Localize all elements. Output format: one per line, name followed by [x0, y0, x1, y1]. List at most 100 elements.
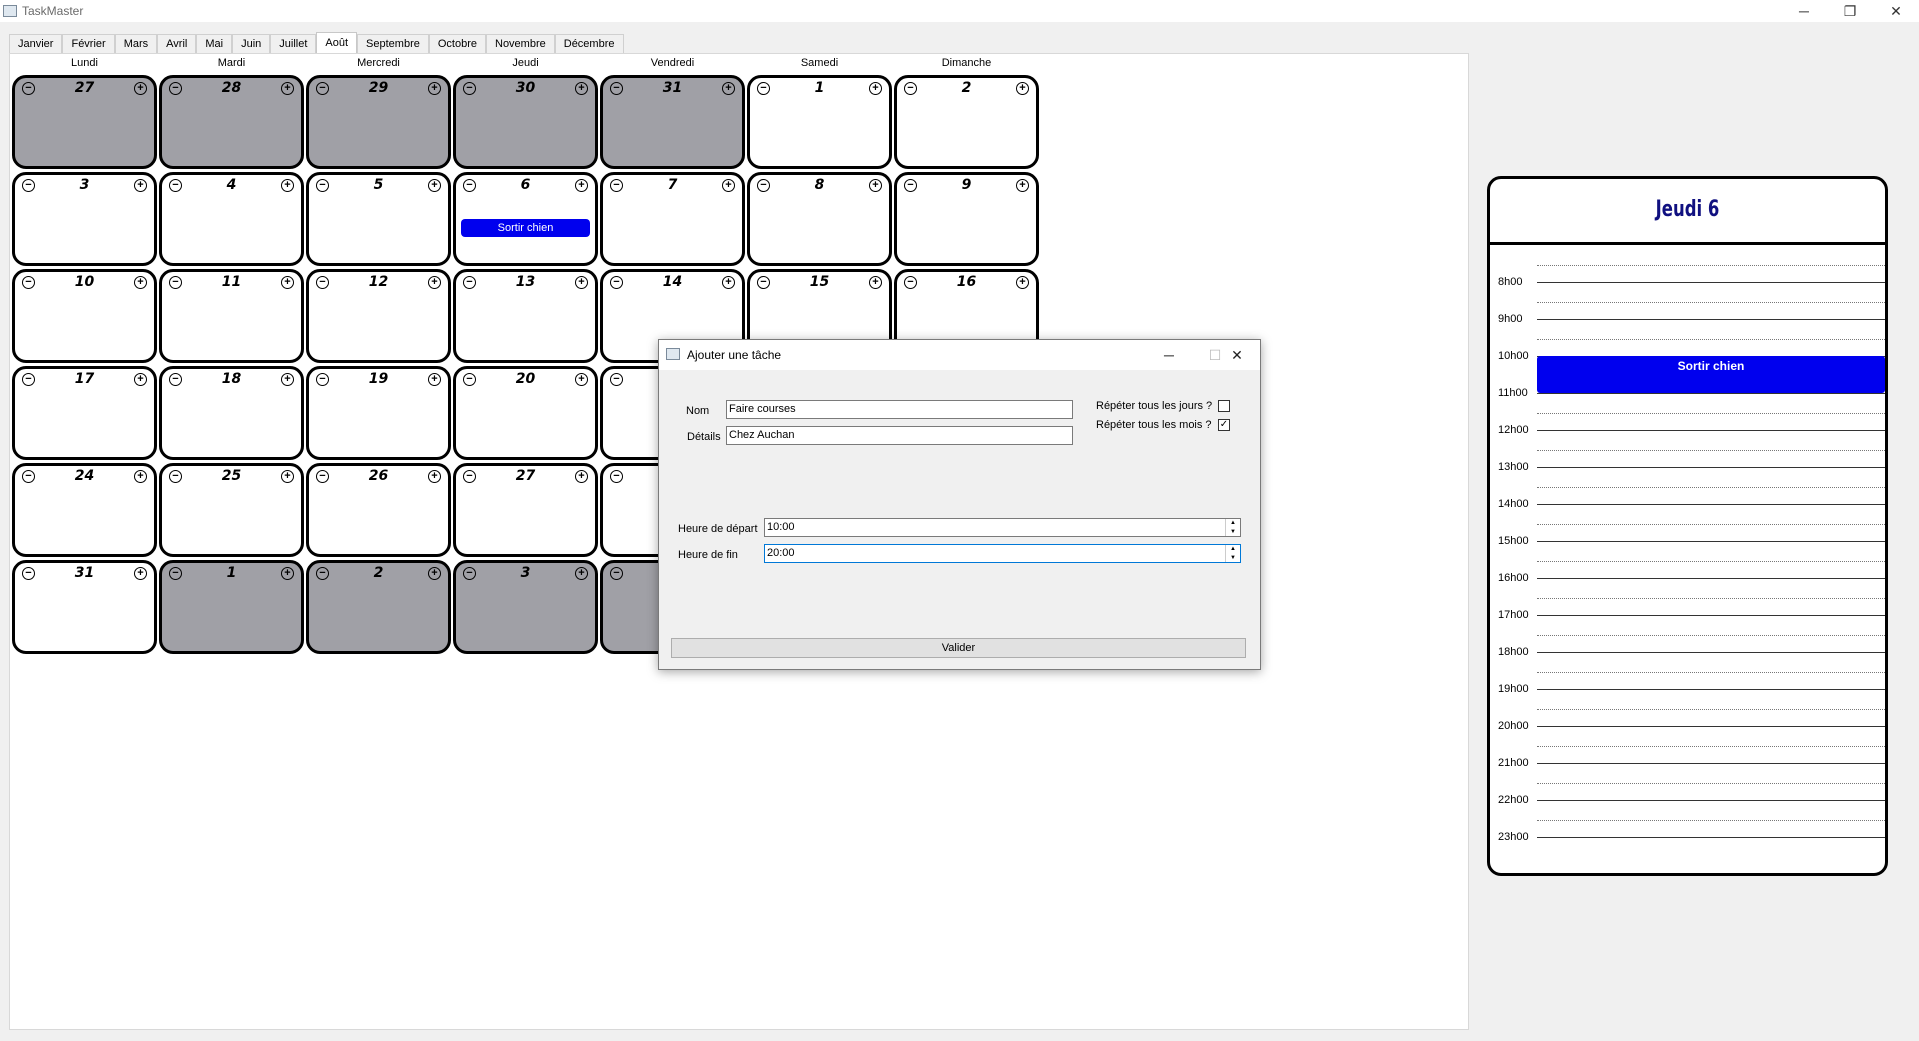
day-task-block[interactable]: Sortir chien [1537, 356, 1885, 393]
add-task-icon[interactable]: + [722, 82, 735, 95]
add-task-icon[interactable]: + [134, 82, 147, 95]
restore-button[interactable]: ❐ [1827, 0, 1873, 22]
add-task-icon[interactable]: + [428, 567, 441, 580]
start-time-spinner[interactable]: ▲ ▼ [1225, 519, 1240, 536]
day-cell[interactable]: −27 + [453, 463, 598, 557]
day-cell[interactable]: −29+ [306, 75, 451, 169]
day-cell[interactable]: −6 + Sortir chien [453, 172, 598, 266]
day-cell[interactable]: −1 + [159, 560, 304, 654]
dialog-titlebar: Ajouter une tâche ─ ☐ ✕ [659, 340, 1260, 370]
spin-down-icon[interactable]: ▼ [1226, 528, 1240, 537]
add-task-icon[interactable]: + [134, 373, 147, 386]
hour-label: 12h00 [1498, 424, 1529, 436]
day-cell[interactable]: −7 + [600, 172, 745, 266]
day-cell[interactable]: −25 + [159, 463, 304, 557]
tab-month[interactable]: Mai [196, 34, 233, 53]
day-cell[interactable]: −10 + [12, 269, 157, 363]
details-input[interactable]: Chez Auchan [726, 426, 1073, 445]
add-task-icon[interactable]: + [575, 276, 588, 289]
add-task-icon[interactable]: + [428, 373, 441, 386]
day-cell[interactable]: −28+ [159, 75, 304, 169]
add-task-icon[interactable]: + [134, 470, 147, 483]
hour-line [1537, 652, 1885, 653]
day-cell[interactable]: −31 + [12, 560, 157, 654]
add-task-icon[interactable]: + [281, 276, 294, 289]
close-button[interactable]: ✕ [1873, 0, 1919, 22]
add-task-icon[interactable]: + [134, 179, 147, 192]
day-cell[interactable]: −13 + [453, 269, 598, 363]
tab-month[interactable]: Juin [232, 34, 271, 53]
add-task-icon[interactable]: + [428, 179, 441, 192]
day-cell[interactable]: −2 + [894, 75, 1039, 169]
add-task-icon[interactable]: + [428, 276, 441, 289]
add-task-icon[interactable]: + [575, 567, 588, 580]
tab-month[interactable]: Janvier [9, 34, 63, 53]
day-cell[interactable]: −3 + [12, 172, 157, 266]
day-cell[interactable]: −26 + [306, 463, 451, 557]
spin-up-icon[interactable]: ▲ [1226, 545, 1240, 554]
task-chip[interactable]: Sortir chien [461, 219, 590, 237]
add-task-icon[interactable]: + [281, 470, 294, 483]
day-cell[interactable]: −20 + [453, 366, 598, 460]
tab-month[interactable]: Décembre [554, 34, 624, 53]
add-task-icon[interactable]: + [575, 82, 588, 95]
add-task-icon[interactable]: + [1016, 276, 1029, 289]
day-cell[interactable]: −9 + [894, 172, 1039, 266]
end-time-input[interactable]: 20:00 ▲ ▼ [764, 544, 1241, 563]
day-cell[interactable]: −30+ [453, 75, 598, 169]
end-time-spinner[interactable]: ▲ ▼ [1225, 545, 1240, 562]
day-cell[interactable]: −17 + [12, 366, 157, 460]
add-task-icon[interactable]: + [281, 567, 294, 580]
add-task-icon[interactable]: + [869, 179, 882, 192]
day-cell[interactable]: −3 + [453, 560, 598, 654]
add-task-icon[interactable]: + [575, 373, 588, 386]
add-task-icon[interactable]: + [134, 276, 147, 289]
day-cell[interactable]: −12 + [306, 269, 451, 363]
add-task-icon[interactable]: + [134, 567, 147, 580]
day-cell[interactable]: −2 + [306, 560, 451, 654]
spin-up-icon[interactable]: ▲ [1226, 519, 1240, 528]
add-task-icon[interactable]: + [1016, 82, 1029, 95]
day-cell[interactable]: −19 + [306, 366, 451, 460]
day-cell[interactable]: −1 + [747, 75, 892, 169]
add-task-icon[interactable]: + [869, 82, 882, 95]
day-cell[interactable]: −5+ [306, 172, 451, 266]
day-cell[interactable]: −11 + [159, 269, 304, 363]
day-cell[interactable]: −4+ [159, 172, 304, 266]
tab-month[interactable]: Mars [114, 34, 158, 53]
day-cell[interactable]: −31 + [600, 75, 745, 169]
day-cell[interactable]: −24 + [12, 463, 157, 557]
minimize-button[interactable]: ─ [1781, 0, 1827, 22]
start-time-input[interactable]: 10:00 ▲ ▼ [764, 518, 1241, 537]
tab-month[interactable]: Juillet [270, 34, 317, 53]
repeat-months-checkbox[interactable]: ✓ [1218, 419, 1230, 431]
tab-month[interactable]: Février [62, 34, 115, 53]
add-task-icon[interactable]: + [722, 276, 735, 289]
add-task-icon[interactable]: + [575, 470, 588, 483]
add-task-icon[interactable]: + [281, 179, 294, 192]
nom-input[interactable]: Faire courses [726, 400, 1073, 419]
dialog-minimize-button[interactable]: ─ [1146, 340, 1192, 370]
add-task-icon[interactable]: + [281, 82, 294, 95]
spin-down-icon[interactable]: ▼ [1226, 554, 1240, 563]
submit-button[interactable]: Valider [671, 638, 1246, 658]
day-cell[interactable]: −8 + [747, 172, 892, 266]
add-task-icon[interactable]: + [281, 373, 294, 386]
day-cell[interactable]: −27 + [12, 75, 157, 169]
add-task-icon[interactable]: + [575, 179, 588, 192]
hour-label: 23h00 [1498, 831, 1529, 843]
tab-month[interactable]: Septembre [357, 34, 429, 53]
day-cell[interactable]: −18 + [159, 366, 304, 460]
add-task-icon[interactable]: + [428, 470, 441, 483]
add-task-icon[interactable]: + [1016, 179, 1029, 192]
add-task-icon[interactable]: + [722, 179, 735, 192]
tab-month[interactable]: Novembre [486, 34, 555, 53]
add-task-icon[interactable]: + [428, 82, 441, 95]
tab-month[interactable]: Août [316, 32, 358, 54]
tab-month[interactable]: Avril [157, 34, 197, 53]
tab-month[interactable]: Octobre [428, 34, 486, 53]
hour-line [1537, 689, 1885, 690]
dialog-close-button[interactable]: ✕ [1214, 340, 1260, 370]
repeat-days-checkbox[interactable] [1218, 400, 1230, 412]
add-task-icon[interactable]: + [869, 276, 882, 289]
